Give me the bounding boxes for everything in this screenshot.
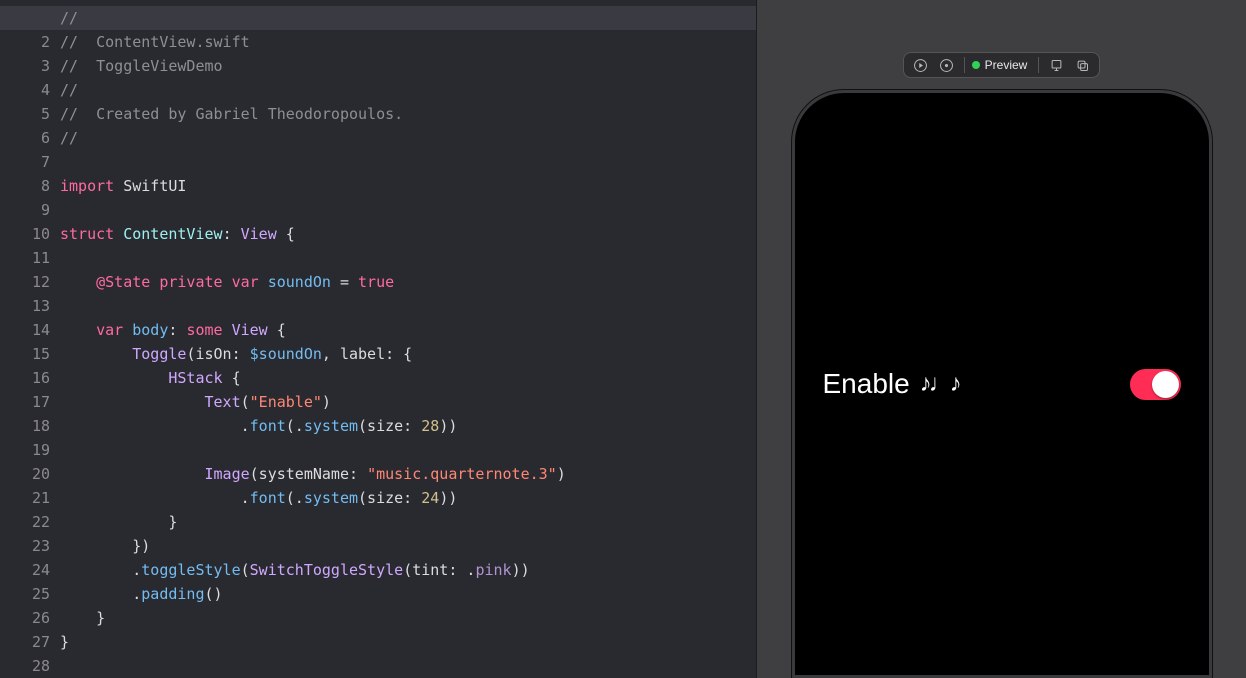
code-line[interactable]: .toggleStyle(SwitchToggleStyle(tint: .pi…: [60, 558, 756, 582]
code-line[interactable]: struct ContentView: View {: [60, 222, 756, 246]
device-settings-button[interactable]: [1044, 55, 1068, 75]
line-number: 23: [0, 534, 50, 558]
code-line[interactable]: // ToggleViewDemo: [60, 54, 756, 78]
line-number: 16: [0, 366, 50, 390]
code-line[interactable]: }: [60, 510, 756, 534]
toggle-text: Enable: [823, 368, 910, 400]
code-line[interactable]: .font(.system(size: 28)): [60, 414, 756, 438]
line-number: 27: [0, 630, 50, 654]
code-line[interactable]: Text("Enable"): [60, 390, 756, 414]
line-number: 4: [0, 78, 50, 102]
code-editor[interactable]: 1234567891011121314151617181920212223242…: [0, 0, 756, 678]
code-line[interactable]: // Created by Gabriel Theodoropoulos.: [60, 102, 756, 126]
line-number: 21: [0, 486, 50, 510]
code-line[interactable]: Toggle(isOn: $soundOn, label: {: [60, 342, 756, 366]
code-line[interactable]: [60, 198, 756, 222]
code-line[interactable]: [60, 150, 756, 174]
code-line[interactable]: [60, 654, 756, 678]
code-line[interactable]: var body: some View {: [60, 318, 756, 342]
line-number: 18: [0, 414, 50, 438]
code-line[interactable]: [60, 294, 756, 318]
line-number: 6: [0, 126, 50, 150]
line-number: 22: [0, 510, 50, 534]
preview-pane: Preview Enable ♪♩♪: [756, 0, 1246, 678]
code-line[interactable]: //: [60, 126, 756, 150]
selectable-preview-button[interactable]: [935, 55, 959, 75]
music-notes-icon: ♪♩♪: [920, 370, 959, 398]
line-number: 7: [0, 150, 50, 174]
code-line[interactable]: .padding(): [60, 582, 756, 606]
toggle-label: Enable ♪♩♪: [823, 368, 959, 400]
preview-toolbar: Preview: [903, 52, 1101, 78]
code-line[interactable]: // ContentView.swift: [60, 30, 756, 54]
line-number: 8: [0, 174, 50, 198]
code-line[interactable]: Image(systemName: "music.quarternote.3"): [60, 462, 756, 486]
code-line[interactable]: HStack {: [60, 366, 756, 390]
line-number: 28: [0, 654, 50, 678]
line-number: 2: [0, 30, 50, 54]
sound-toggle-switch[interactable]: [1130, 369, 1181, 400]
line-number: 17: [0, 390, 50, 414]
preview-label-text: Preview: [985, 58, 1028, 72]
code-line[interactable]: //: [0, 6, 756, 30]
line-number: 10: [0, 222, 50, 246]
code-line[interactable]: [60, 246, 756, 270]
line-number: 15: [0, 342, 50, 366]
line-number: 12: [0, 270, 50, 294]
code-line[interactable]: .font(.system(size: 24)): [60, 486, 756, 510]
line-gutter: 1234567891011121314151617181920212223242…: [0, 0, 60, 678]
toolbar-divider: [1038, 57, 1039, 73]
code-line[interactable]: }): [60, 534, 756, 558]
toolbar-divider: [964, 57, 965, 73]
line-number: 26: [0, 606, 50, 630]
code-line[interactable]: [60, 438, 756, 462]
preview-status[interactable]: Preview: [970, 58, 1034, 72]
line-number: 25: [0, 582, 50, 606]
line-number: 13: [0, 294, 50, 318]
line-number: 11: [0, 246, 50, 270]
code-line[interactable]: @State private var soundOn = true: [60, 270, 756, 294]
line-number: 20: [0, 462, 50, 486]
live-preview-button[interactable]: [909, 55, 933, 75]
switch-knob: [1152, 371, 1179, 398]
code-line[interactable]: //: [60, 78, 756, 102]
code-line[interactable]: }: [60, 606, 756, 630]
device-preview[interactable]: Enable ♪♩♪: [792, 90, 1212, 678]
code-line[interactable]: import SwiftUI: [60, 174, 756, 198]
line-number: 5: [0, 102, 50, 126]
line-number: 24: [0, 558, 50, 582]
code-line[interactable]: }: [60, 630, 756, 654]
status-dot-icon: [972, 61, 980, 69]
preview-content: Enable ♪♩♪: [795, 93, 1209, 675]
line-number: 14: [0, 318, 50, 342]
line-number: 3: [0, 54, 50, 78]
line-number: 9: [0, 198, 50, 222]
duplicate-preview-button[interactable]: [1070, 55, 1094, 75]
code-area[interactable]: //// ContentView.swift// ToggleViewDemo/…: [60, 0, 756, 678]
line-number: 19: [0, 438, 50, 462]
